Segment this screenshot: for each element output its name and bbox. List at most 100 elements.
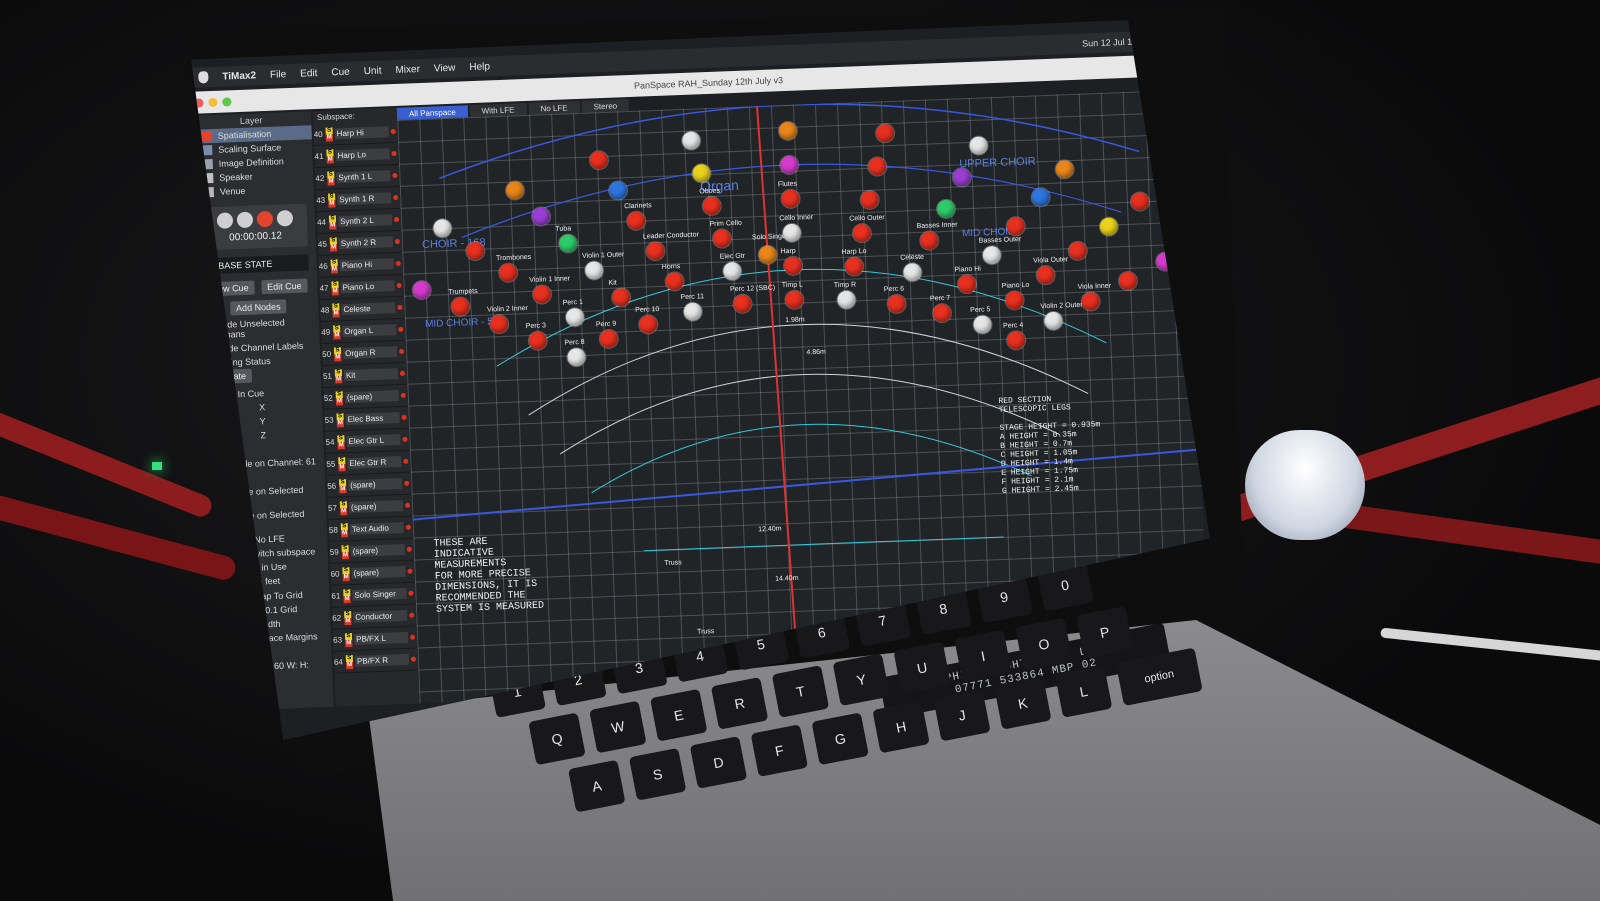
key[interactable]: Q (528, 712, 586, 766)
mute-button[interactable]: M (338, 463, 346, 471)
mute-button[interactable]: M (326, 155, 334, 164)
key[interactable]: U (893, 641, 951, 695)
feet-radio[interactable]: ○ feet (257, 576, 280, 587)
mute-button[interactable]: M (340, 507, 348, 515)
channel-row[interactable]: 62 S M Conductor (331, 604, 417, 630)
channel-name[interactable]: (spare) (348, 477, 403, 492)
menu-file[interactable]: File (270, 69, 287, 81)
mute-button[interactable]: M (343, 595, 351, 603)
key[interactable]: D (689, 736, 748, 789)
mute-button[interactable]: M (329, 221, 337, 230)
mute-button[interactable]: M (328, 199, 336, 208)
apple-icon[interactable] (198, 71, 209, 84)
key[interactable]: option (1115, 647, 1203, 707)
channel-name[interactable]: Elec Bass (345, 412, 400, 426)
channel-row[interactable]: 46 S M Piano Hi (318, 252, 404, 279)
channel-name[interactable]: Organ L (342, 324, 397, 338)
channel-name[interactable]: Text Audio (349, 521, 405, 536)
cue-state-select[interactable]: 1 BASE STATE (204, 254, 309, 275)
menu-unit[interactable]: Unit (363, 65, 381, 77)
mute-button[interactable]: M (344, 617, 352, 625)
menu-help[interactable]: Help (469, 61, 490, 73)
channel-name[interactable]: Piano Hi (339, 258, 394, 272)
speaker-node[interactable] (1043, 311, 1063, 330)
mute-button[interactable]: M (335, 375, 343, 383)
speaker-node[interactable] (611, 287, 631, 307)
mute-button[interactable]: M (330, 265, 339, 274)
speaker-node[interactable] (1055, 159, 1075, 179)
update-button[interactable]: Update (210, 368, 253, 385)
mute-button[interactable]: M (329, 243, 338, 252)
channel-row[interactable]: 40 S M Harp Hi (313, 120, 399, 147)
play-icon[interactable] (236, 211, 254, 229)
channel-row[interactable]: 48 S M Celeste (320, 296, 405, 322)
menu-app-name[interactable]: TiMax2 (222, 70, 256, 82)
margins-label[interactable]: Panspace Margins (243, 631, 318, 644)
channel-row[interactable]: 57 S M (spare) (327, 494, 413, 520)
channel-row[interactable]: 61 S M Solo Singer (331, 582, 416, 608)
channel-row[interactable]: 58 S M Text Audio (328, 516, 414, 542)
channel-row[interactable]: 50 S M Organ R (321, 340, 407, 366)
add-nodes-button[interactable]: Add Nodes (229, 299, 287, 316)
channel-name[interactable]: PB/FX L (353, 631, 409, 645)
channel-row[interactable]: 44 S M Synth 2 L (316, 208, 402, 235)
new-cue-button[interactable]: New Cue (205, 280, 255, 297)
speaker-node[interactable] (982, 245, 1001, 265)
mute-button[interactable]: M (325, 133, 333, 142)
mute-button[interactable]: M (337, 441, 345, 449)
channel-name[interactable]: (spare) (350, 543, 405, 558)
menu-edit[interactable]: Edit (300, 67, 318, 79)
channel-row[interactable]: 53 S M Elec Bass (324, 406, 410, 432)
mute-button[interactable]: M (332, 309, 340, 318)
channel-name[interactable]: Solo Singer (352, 587, 407, 601)
key[interactable]: S (628, 747, 687, 801)
key[interactable]: L (1054, 665, 1113, 718)
channel-name[interactable]: Elec Gtr R (347, 456, 402, 470)
rewind-icon[interactable] (216, 212, 234, 229)
channel-name[interactable]: Synth 1 L (336, 170, 391, 184)
sel-x-value[interactable]: 7.91 (231, 662, 249, 673)
channel-row[interactable]: 64 S M PB/FX R (333, 648, 419, 674)
key[interactable]: I (954, 629, 1012, 683)
mute-button[interactable]: M (331, 287, 339, 296)
channel-name[interactable]: Organ R (342, 346, 398, 360)
key[interactable]: G (811, 712, 869, 766)
speaker-node[interactable] (782, 223, 802, 242)
speaker-node[interactable] (875, 123, 895, 143)
channel-row[interactable]: 45 S M Synth 2 R (317, 230, 403, 257)
channel-row[interactable]: 60 S M (spare) (330, 560, 416, 586)
speaker-node[interactable] (1080, 291, 1100, 311)
speaker-node[interactable] (1004, 290, 1024, 310)
speaker-node[interactable] (1006, 330, 1025, 350)
channel-name[interactable]: Kit (343, 368, 399, 382)
channel-row[interactable]: 54 S M Elec Gtr L (325, 428, 410, 454)
channel-name[interactable]: Piano Lo (340, 280, 395, 294)
channel-row[interactable]: 51 S M Kit (322, 362, 408, 388)
key[interactable]: A (568, 759, 626, 813)
channel-row[interactable]: 49 S M Organ L (320, 318, 406, 344)
key[interactable]: Y (832, 653, 891, 707)
channel-name[interactable]: Celeste (341, 302, 396, 316)
speaker-node[interactable] (1099, 216, 1119, 236)
key[interactable]: F (750, 724, 809, 778)
record-icon[interactable] (256, 210, 274, 228)
channel-name[interactable]: Harp Hi (334, 126, 389, 140)
channel-row[interactable]: 52 S M (spare) (323, 384, 409, 410)
speaker-node[interactable] (466, 241, 485, 260)
mute-button[interactable]: M (340, 529, 349, 537)
mute-button[interactable]: M (334, 353, 342, 362)
channel-name[interactable]: Synth 2 L (337, 214, 393, 228)
key[interactable]: W (589, 700, 647, 754)
channel-name[interactable]: Synth 2 R (338, 236, 394, 250)
channel-name[interactable]: Synth 1 R (337, 192, 392, 206)
mute-button[interactable]: M (345, 639, 353, 647)
channel-row[interactable]: 63 S M PB/FX L (332, 626, 418, 652)
menu-cue[interactable]: Cue (331, 66, 350, 78)
key[interactable]: P (1076, 606, 1134, 659)
speaker-node[interactable] (638, 314, 658, 334)
key[interactable]: T (771, 665, 830, 718)
menu-view[interactable]: View (434, 62, 456, 74)
key[interactable]: H (872, 700, 930, 754)
channel-row[interactable]: 59 S M (spare) (329, 538, 415, 564)
channel-row[interactable]: 43 S M Synth 1 R (315, 186, 401, 213)
